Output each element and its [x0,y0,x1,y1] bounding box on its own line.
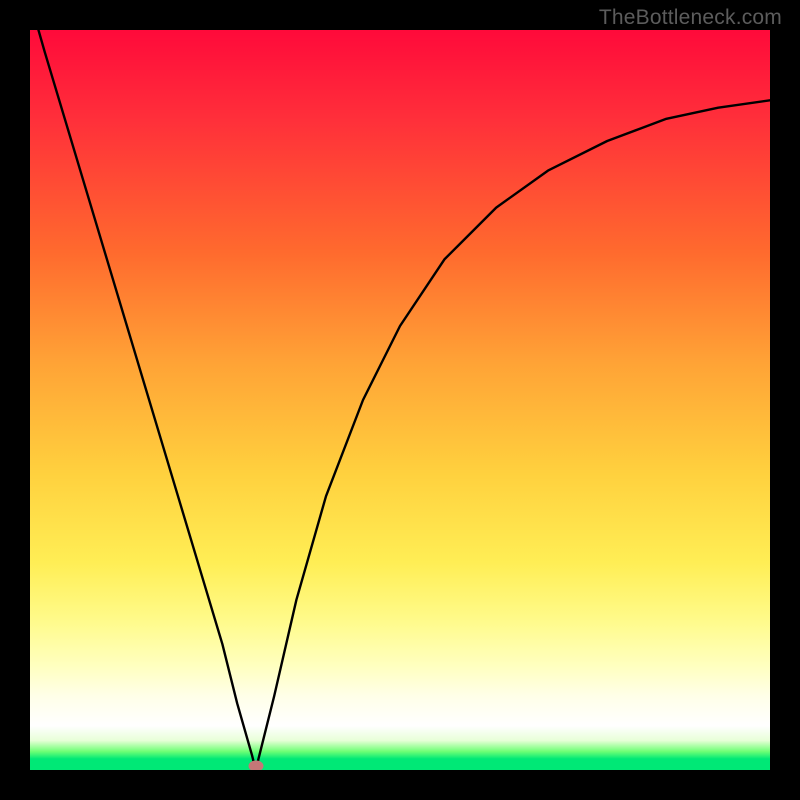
bottleneck-curve-path [30,30,770,770]
curve-layer [30,30,770,770]
chart-frame: TheBottleneck.com [0,0,800,800]
plot-area [30,30,770,770]
watermark-text: TheBottleneck.com [599,6,782,30]
minimum-marker [248,761,263,770]
